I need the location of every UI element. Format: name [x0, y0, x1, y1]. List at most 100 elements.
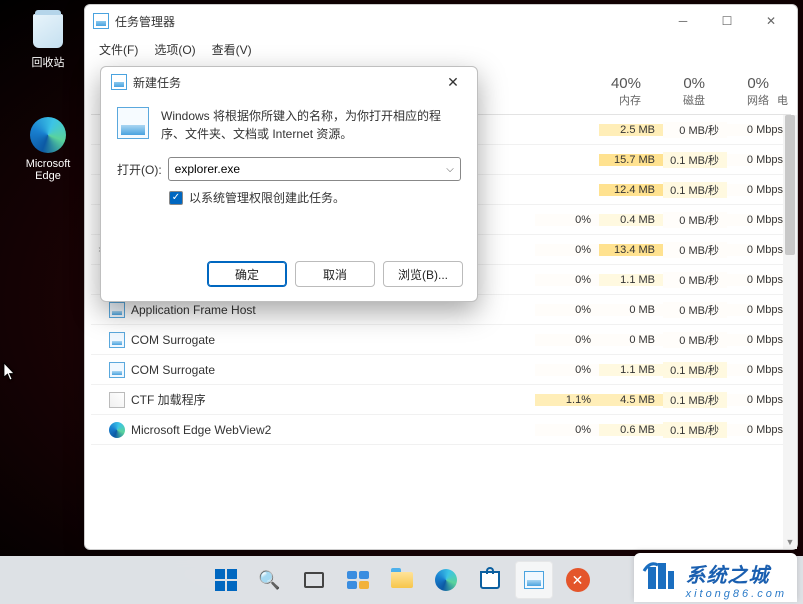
ok-button[interactable]: 确定 [207, 261, 287, 287]
admin-checkbox[interactable]: ✓ [169, 191, 183, 205]
column-disk[interactable]: 0% 磁盘 [649, 67, 713, 114]
desktop-icon-edge[interactable]: Microsoft Edge [18, 116, 78, 182]
cell-memory: 1.1 MB [599, 274, 663, 286]
dialog-close-button[interactable]: ✕ [435, 69, 471, 95]
process-name: COM Surrogate [131, 363, 535, 377]
task-manager-button[interactable] [515, 561, 553, 599]
task-manager-menubar: 文件(F) 选项(O) 查看(V) [85, 37, 797, 61]
maximize-button[interactable]: ☐ [705, 6, 749, 36]
widgets-button[interactable] [339, 561, 377, 599]
cell-network: 0 Mbps [727, 274, 791, 286]
cell-memory: 15.7 MB [599, 154, 663, 166]
close-button[interactable]: ✕ [749, 6, 793, 36]
cell-memory: 0.4 MB [599, 214, 663, 226]
table-row[interactable]: Microsoft Edge WebView20%0.6 MB0.1 MB/秒0… [91, 415, 791, 445]
open-combobox[interactable]: ⌵ [168, 157, 461, 181]
process-icon [109, 302, 125, 318]
cell-memory: 13.4 MB [599, 244, 663, 256]
vertical-scrollbar[interactable]: ▲ ▼ [783, 115, 797, 549]
scroll-down-icon[interactable]: ▼ [783, 535, 797, 549]
recycle-bin-label: 回收站 [18, 54, 78, 70]
task-view-icon [304, 572, 324, 588]
table-row[interactable]: COM Surrogate0%1.1 MB0.1 MB/秒0 Mbps [91, 355, 791, 385]
recycle-bin-icon [33, 14, 63, 48]
widgets-icon [347, 571, 369, 589]
folder-icon [391, 572, 413, 588]
column-network[interactable]: 0% 网络 [713, 67, 777, 114]
task-manager-titlebar[interactable]: 任务管理器 ─ ☐ ✕ [85, 5, 797, 37]
menu-options[interactable]: 选项(O) [148, 39, 201, 60]
cell-network: 0 Mbps [727, 364, 791, 376]
cell-memory: 1.1 MB [599, 364, 663, 376]
cell-memory: 0.6 MB [599, 424, 663, 436]
edge-icon [30, 117, 66, 153]
column-memory[interactable]: 40% 内存 [585, 67, 649, 114]
minimize-button[interactable]: ─ [661, 6, 705, 36]
cancel-button[interactable]: 取消 [295, 261, 375, 287]
browse-button[interactable]: 浏览(B)... [383, 261, 463, 287]
cell-cpu: 0% [535, 274, 599, 286]
scroll-thumb[interactable] [785, 115, 795, 255]
watermark-icon [642, 559, 678, 595]
task-manager-icon [524, 571, 544, 589]
run-icon [111, 74, 127, 90]
dialog-titlebar[interactable]: 新建任务 ✕ [101, 67, 477, 97]
cell-disk: 0.1 MB/秒 [663, 422, 727, 438]
cell-cpu: 0% [535, 334, 599, 346]
store-icon [480, 571, 500, 589]
cell-network: 0 Mbps [727, 154, 791, 166]
table-row[interactable]: CTF 加载程序1.1%4.5 MB0.1 MB/秒0 Mbps [91, 385, 791, 415]
cell-network: 0 Mbps [727, 334, 791, 346]
start-button[interactable] [207, 561, 245, 599]
watermark-en: xitong86.com [686, 588, 787, 600]
cell-memory: 4.5 MB [599, 394, 663, 406]
cell-disk: 0 MB/秒 [663, 272, 727, 288]
cursor-icon [3, 362, 17, 382]
store-button[interactable] [471, 561, 509, 599]
desktop-icon-recycle-bin[interactable]: 回收站 [18, 12, 78, 70]
menu-view[interactable]: 查看(V) [206, 39, 258, 60]
cell-disk: 0 MB/秒 [663, 302, 727, 318]
cell-disk: 0 MB/秒 [663, 242, 727, 258]
task-manager-title: 任务管理器 [115, 13, 661, 30]
open-label: 打开(O): [117, 161, 162, 178]
cell-network: 0 Mbps [727, 394, 791, 406]
chevron-down-icon[interactable]: ⌵ [440, 164, 460, 175]
cell-memory: 0 MB [599, 304, 663, 316]
taskbar-search-button[interactable]: 🔍 [251, 561, 289, 599]
cell-memory: 0 MB [599, 334, 663, 346]
cell-memory: 12.4 MB [599, 184, 663, 196]
table-row[interactable]: COM Surrogate0%0 MB0 MB/秒0 Mbps [91, 325, 791, 355]
process-icon [109, 392, 125, 408]
process-name: COM Surrogate [131, 333, 535, 347]
cell-disk: 0.1 MB/秒 [663, 182, 727, 198]
process-icon [109, 332, 125, 348]
menu-file[interactable]: 文件(F) [93, 39, 144, 60]
process-name: Application Frame Host [131, 303, 535, 317]
cell-cpu: 0% [535, 214, 599, 226]
process-icon [109, 422, 125, 438]
dialog-description: Windows 将根据你所键入的名称，为你打开相应的程序、文件夹、文档或 Int… [161, 107, 461, 143]
task-view-button[interactable] [295, 561, 333, 599]
cell-disk: 0 MB/秒 [663, 122, 727, 138]
cell-network: 0 Mbps [727, 124, 791, 136]
run-big-icon [117, 107, 149, 139]
controlled-badge[interactable]: ✕ [559, 561, 597, 599]
cell-disk: 0.1 MB/秒 [663, 362, 727, 378]
admin-checkbox-label: 以系统管理权限创建此任务。 [189, 189, 345, 206]
task-manager-icon [93, 13, 109, 29]
cell-network: 0 Mbps [727, 424, 791, 436]
cell-cpu: 1.1% [535, 394, 599, 406]
cell-disk: 0 MB/秒 [663, 332, 727, 348]
watermark-cn: 系统之城 [686, 559, 787, 588]
column-extra[interactable]: 电 [777, 67, 791, 114]
cell-cpu: 0% [535, 424, 599, 436]
edge-button[interactable] [427, 561, 465, 599]
dialog-title: 新建任务 [133, 74, 435, 91]
file-explorer-button[interactable] [383, 561, 421, 599]
cell-disk: 0.1 MB/秒 [663, 392, 727, 408]
process-name: Microsoft Edge WebView2 [131, 423, 535, 437]
cell-disk: 0 MB/秒 [663, 212, 727, 228]
open-input[interactable] [169, 162, 440, 176]
cell-cpu: 0% [535, 244, 599, 256]
